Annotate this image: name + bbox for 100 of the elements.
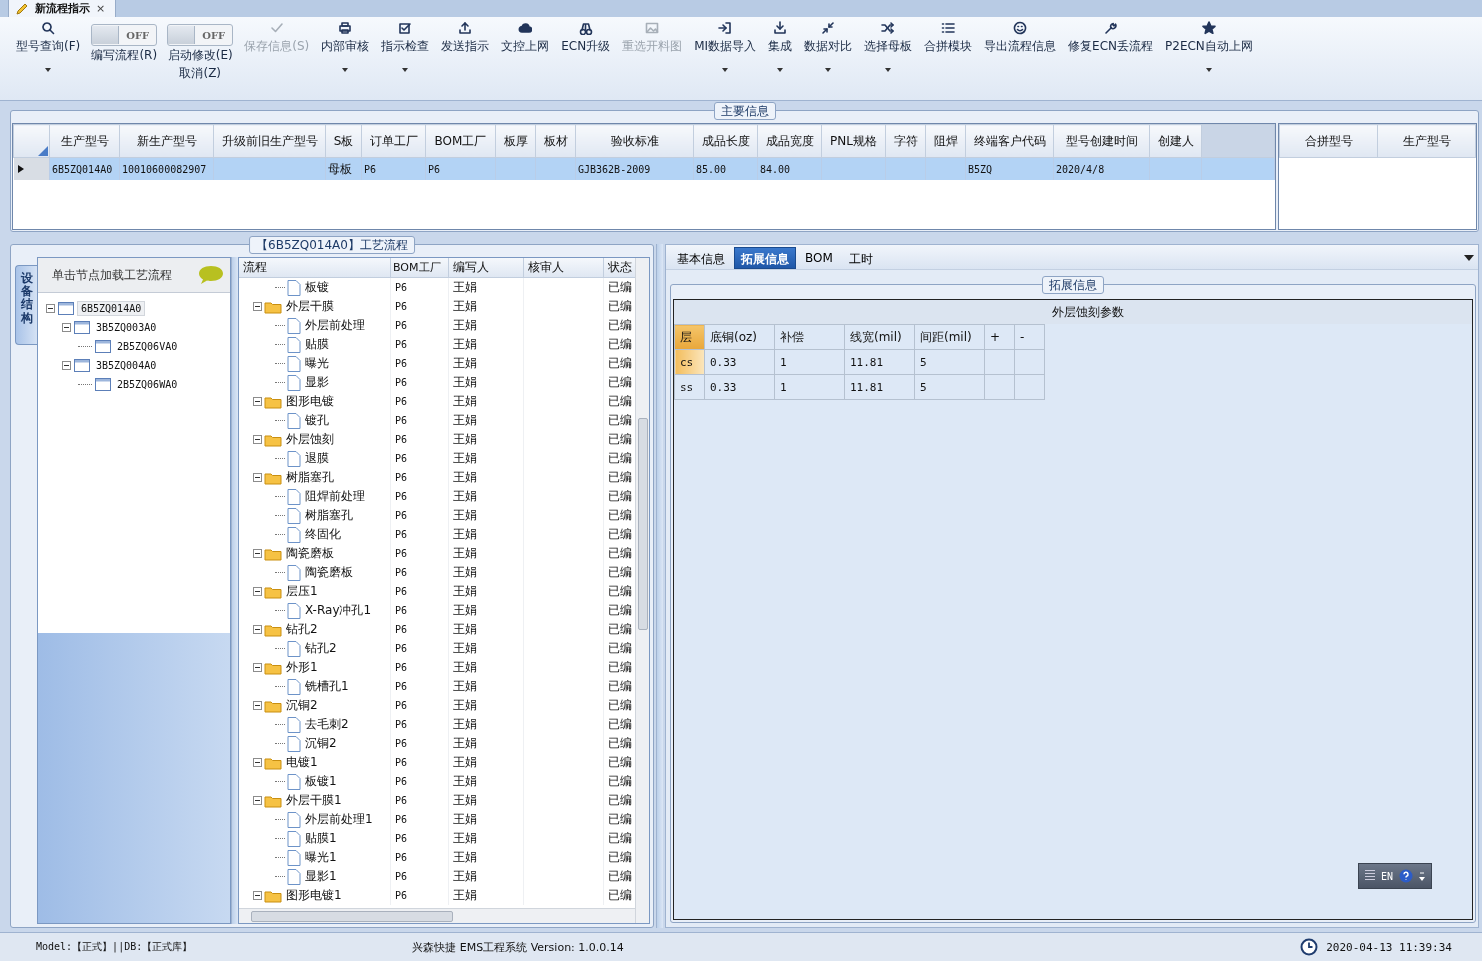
collapse-icon[interactable] (253, 435, 262, 444)
column-header[interactable]: 生产型号 (1377, 124, 1476, 158)
collapse-icon[interactable] (253, 549, 262, 558)
toolbar-button[interactable]: 发送指示 (440, 19, 491, 57)
column-header[interactable]: 新生产型号 (119, 124, 214, 158)
toolbar-button[interactable]: 导出流程信息 (983, 19, 1058, 57)
document-tab[interactable]: 新流程指示 × (8, 0, 117, 17)
process-step[interactable]: 外层前处理1 (303, 810, 373, 829)
splitter-handle[interactable] (231, 257, 238, 924)
process-step[interactable]: 沉铜2 (284, 696, 318, 715)
process-step[interactable]: 树脂塞孔 (303, 506, 353, 525)
column-header[interactable]: 成品长度 (693, 124, 758, 158)
column-header[interactable]: 阻焊 (925, 124, 966, 158)
tree-node[interactable]: 6B5ZQ014A0 (77, 301, 146, 316)
toggle-switch[interactable]: OFF (91, 24, 158, 46)
column-header[interactable]: 层 (674, 324, 705, 350)
toolbar-button[interactable]: 型号查询(F) (15, 19, 82, 57)
collapse-icon[interactable] (253, 891, 262, 900)
column-header[interactable]: 型号创建时间 (1053, 124, 1150, 158)
process-step[interactable]: 去毛刺2 (303, 715, 349, 734)
process-step[interactable]: 树脂塞孔 (284, 468, 334, 487)
tab[interactable]: 基本信息 (670, 247, 732, 269)
column-header[interactable]: - (1014, 324, 1045, 350)
process-step[interactable]: 板镀1 (303, 772, 337, 791)
collapse-icon[interactable] (62, 361, 71, 370)
column-header[interactable]: 补偿 (774, 324, 845, 350)
toolbar-button[interactable]: 修复ECN丢流程 (1067, 19, 1155, 57)
collapse-icon[interactable] (253, 625, 262, 634)
help-icon[interactable] (1399, 869, 1413, 883)
column-header[interactable]: 底铜(oz) (704, 324, 775, 350)
process-step[interactable]: 外层前处理 (303, 316, 365, 335)
collapse-icon[interactable] (253, 473, 262, 482)
toolbar-button[interactable]: 选择母板 (863, 19, 914, 57)
collapse-icon[interactable] (253, 758, 262, 767)
column-header[interactable]: S板 (325, 124, 362, 158)
process-step[interactable]: 曝光 (303, 354, 329, 373)
process-step[interactable]: 显影 (303, 373, 329, 392)
tree-node[interactable]: 3B5ZQ003A0 (93, 321, 160, 334)
process-step[interactable]: 陶瓷磨板 (303, 563, 353, 582)
process-step[interactable]: 电镀1 (284, 753, 318, 772)
column-header[interactable]: BOM工厂 (425, 124, 496, 158)
column-header[interactable]: 终端客户代码 (965, 124, 1054, 158)
column-header[interactable]: 合拼型号 (1279, 124, 1378, 158)
process-step[interactable]: 沉铜2 (303, 734, 337, 753)
table-row[interactable]: 6B5ZQ014A0 10010600082907 母板 P6 P6 GJB362B-2009 85.00 84.00 B5ZQ 2020/4/8 (13, 157, 1275, 180)
process-step[interactable]: 贴膜 (303, 335, 329, 354)
process-step[interactable]: 退膜 (303, 449, 329, 468)
tree-node[interactable]: 2B5ZQ06VA0 (114, 340, 181, 353)
tree-node[interactable]: 3B5ZQ004A0 (93, 359, 160, 372)
tab[interactable]: BOM (798, 247, 840, 269)
toolbar-button[interactable]: 文控上网 (500, 19, 551, 57)
process-step[interactable]: 图形电镀1 (284, 886, 342, 905)
column-header[interactable]: 间距(mil) (914, 324, 985, 350)
caret-icon[interactable] (825, 68, 832, 72)
column-header[interactable]: 生产型号 (49, 124, 120, 158)
caret-icon[interactable] (885, 68, 892, 72)
caret-icon[interactable] (45, 68, 52, 72)
process-step[interactable]: 镀孔 (303, 411, 329, 430)
collapse-icon[interactable] (253, 701, 262, 710)
caret-icon[interactable] (402, 68, 409, 72)
caret-icon[interactable] (777, 68, 784, 72)
toolbar-button[interactable]: ECN升级 (560, 19, 612, 57)
collapse-icon[interactable] (253, 397, 262, 406)
language-bar[interactable]: EN (1357, 863, 1432, 889)
collapse-icon[interactable] (253, 663, 262, 672)
column-header[interactable]: BOM工厂 (391, 258, 449, 277)
process-step[interactable]: 外层蚀刻 (284, 430, 334, 449)
toolbar-button[interactable]: 指示检查 (380, 19, 431, 57)
column-header[interactable]: PNL规格 (821, 124, 886, 158)
column-header[interactable]: 创建人 (1149, 124, 1202, 158)
column-header[interactable]: 流程 (239, 258, 391, 277)
column-header[interactable]: 编写人 (449, 258, 524, 277)
collapse-icon[interactable] (253, 587, 262, 596)
toolbar-button[interactable]: 内部审核 (320, 19, 371, 57)
process-step[interactable]: 钻孔2 (303, 639, 337, 658)
process-step[interactable]: 陶瓷磨板 (284, 544, 334, 563)
tab[interactable]: 拓展信息 (734, 247, 796, 269)
column-header[interactable]: 升级前旧生产型号 (213, 124, 326, 158)
collapse-icon[interactable] (253, 796, 262, 805)
process-step[interactable]: 板镀 (303, 278, 329, 297)
dropdown-arrow-icon[interactable] (1464, 255, 1474, 261)
splitter-handle[interactable] (656, 244, 663, 928)
tree-node[interactable]: 2B5ZQ06WA0 (114, 378, 181, 391)
vertical-scrollbar[interactable] (635, 258, 649, 923)
column-header[interactable]: 订单工厂 (361, 124, 426, 158)
toolbar-button[interactable]: 合拼模块 (923, 19, 974, 57)
column-header[interactable]: 线宽(mil) (844, 324, 915, 350)
toolbar-button[interactable]: 数据对比 (803, 19, 854, 57)
process-step[interactable]: 层压1 (284, 582, 318, 601)
toolbar-button[interactable]: P2ECN自动上网 (1164, 19, 1254, 57)
column-header[interactable]: 字符 (885, 124, 926, 158)
caret-icon[interactable] (1205, 68, 1212, 72)
process-step[interactable]: 阻焊前处理 (303, 487, 365, 506)
close-icon[interactable]: × (96, 2, 106, 15)
collapse-icon[interactable] (62, 323, 71, 332)
process-step[interactable]: 铣槽孔1 (303, 677, 349, 696)
toggle-switch[interactable]: OFF (167, 24, 234, 46)
caret-icon[interactable] (722, 68, 729, 72)
process-step[interactable]: X-Ray冲孔1 (303, 601, 372, 620)
column-header[interactable]: 验收标准 (575, 124, 694, 158)
